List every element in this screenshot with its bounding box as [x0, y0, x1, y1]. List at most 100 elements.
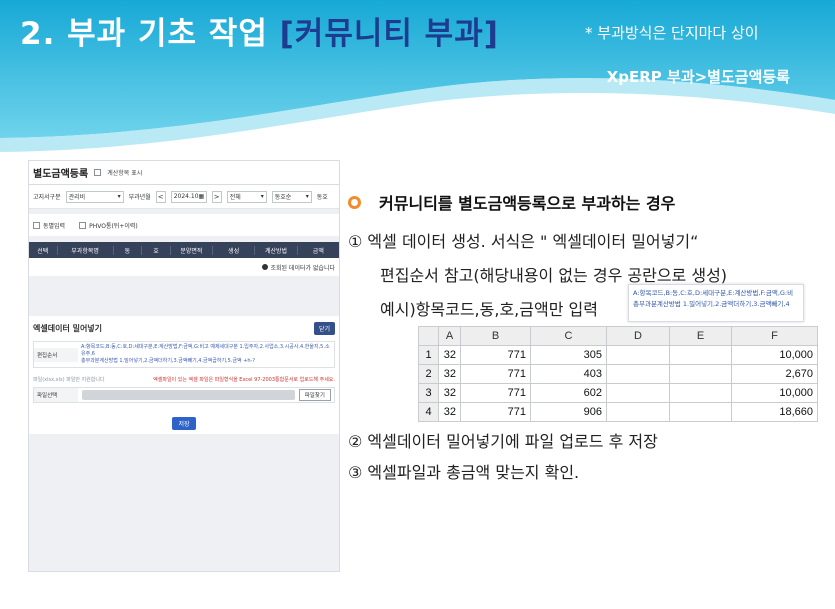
sort-select[interactable]: 동호순 ▾ [271, 190, 312, 203]
erp-options: 동별입력 PHVO통(뒤+이력) [29, 214, 339, 236]
section-title-text: 커뮤니티를 별도금액등록으로 부과하는 경우 [379, 194, 676, 213]
billing-month-field[interactable]: 2024.10 ▦ [170, 190, 207, 203]
billing-month-label: 부과년월 [128, 194, 151, 201]
col-item-name[interactable]: 부과항목명 [58, 245, 114, 255]
col-dong[interactable]: 동 [114, 245, 143, 255]
table-row: 4 32 771 906 18,660 [418, 402, 818, 422]
excel-example-table: A B C D E F 1 32 771 305 10,000 2 32 771… [418, 326, 818, 422]
cell-ho: 906 [530, 402, 607, 422]
col-area[interactable]: 분양면적 [171, 245, 214, 255]
col-ho[interactable]: 호 [142, 245, 171, 255]
cell-e [669, 383, 732, 403]
title-highlight: [커뮤니티 부과] [279, 16, 499, 52]
save-button[interactable]: 저장 [172, 417, 196, 430]
excel-col-b: B [460, 326, 531, 346]
close-button[interactable]: 닫기 [313, 322, 335, 335]
bill-type-select[interactable]: 관리비 ▾ [65, 190, 124, 203]
cell-code: 32 [438, 345, 461, 365]
cell-code: 32 [438, 364, 461, 384]
table-row: 2 32 771 403 2,670 [418, 364, 818, 384]
cell-code: 32 [438, 402, 461, 422]
cell-e [669, 402, 732, 422]
grid-empty-message: 조회된 데이터가 없습니다 [270, 264, 335, 272]
prev-month-button[interactable]: < [155, 190, 166, 203]
col-select[interactable]: 선택 [29, 245, 58, 255]
erp-screenshot: 별도금액등록 계산항목 표시 고지서구분 관리비 ▾ 부과년월 < 2024.10… [28, 160, 340, 572]
chevron-down-icon: ▾ [117, 193, 121, 200]
excel-col-f: F [731, 326, 818, 346]
erp-filter-bar: 고지서구분 관리비 ▾ 부과년월 < 2024.10 ▦ > 전체 ▾ 동호순 ▾ 동호 [29, 185, 339, 209]
excel-upload-panel: 엑셀데이터 밀어넣기 닫기 편집순서 A:항목코드,B:동,C:호,D:세대구분… [29, 316, 339, 434]
col-amount[interactable]: 금액 [298, 246, 339, 255]
edit-order-row: 편집순서 A:항목코드,B:동,C:호,D:세대구분,E:계산방법,F:금액,G… [33, 341, 335, 368]
erp-title: 별도금액등록 [33, 169, 89, 180]
cell-dong: 771 [460, 345, 531, 365]
edit-order-line-1: A:항목코드,B:동,C:호,D:세대구분,E:계산방법,F:금액,G:비고 예… [81, 344, 330, 357]
cell-dong: 771 [460, 402, 531, 422]
upload-messages: 파일(xlsx,xls) 파일만 지원합니다 엑셀파일이 있는 엑셀 파일은 파… [33, 376, 335, 383]
cell-code: 32 [438, 383, 461, 403]
sort-value: 동호순 [274, 194, 292, 201]
edit-order-label: 편집순서 [34, 347, 78, 362]
table-row: 1 32 771 305 10,000 [418, 345, 818, 365]
calc-item-label: 계산항목 표시 [107, 170, 143, 177]
dong-input-checkbox[interactable] [33, 221, 40, 229]
erp-title-bar: 별도금액등록 계산항목 표시 [29, 161, 339, 185]
browse-file-button[interactable]: 파일찾기 [298, 389, 331, 401]
cell-amount: 2,670 [731, 364, 818, 384]
history-checkbox[interactable] [79, 221, 87, 229]
step1-line1: ① 엑셀 데이터 생성. 서식은 " 엑셀데이터 밀어넣기“ [348, 232, 699, 251]
bill-type-value: 관리비 [68, 194, 86, 201]
row-number: 2 [418, 364, 439, 384]
row-number: 4 [418, 402, 439, 422]
menu-path: XpERP 부과>별도금액등록 [606, 68, 790, 86]
option-history[interactable]: PHVO통(뒤+이력) [79, 221, 138, 230]
snippet-line1: A:항목코드,B:동,C:호,D:세대구분,E:계산방법,F:금액,G:비 [633, 289, 794, 297]
scope-select[interactable]: 전체 ▾ [226, 190, 267, 203]
col-calc-method[interactable]: 계산방법 [255, 245, 298, 255]
file-path-input[interactable] [82, 390, 295, 400]
cell-d [606, 402, 670, 422]
step1-line3: 예시)항목코드,동,호,금액만 입력 [380, 300, 598, 319]
excel-col-e: E [669, 326, 732, 346]
calendar-icon: ▦ [198, 193, 205, 200]
grid-header: 선택 부과항목명 동 호 분양면적 생성 계산방법 금액 [29, 242, 339, 258]
cell-ho: 403 [530, 364, 607, 384]
info-icon [262, 264, 269, 270]
chevron-down-icon: ▾ [260, 193, 264, 200]
edit-order-line-2: 총부과분계산방법 1.밀어넣기,2.금액더하기,3.금액빼기,4.금액곱하기,5… [81, 358, 256, 364]
grid-empty-row: 조회된 데이터가 없습니다 [29, 258, 339, 276]
step2: ② 엑셀데이터 밀어넣기에 파일 업로드 후 저장 [348, 432, 658, 451]
excel-col-d: D [606, 326, 670, 346]
calc-item-checkbox[interactable] [94, 169, 102, 176]
col-created[interactable]: 생성 [213, 245, 256, 255]
excel-header-row: A B C D E F [418, 326, 818, 346]
excel-col-c: C [530, 326, 607, 346]
upload-title: 엑셀데이터 밀어넣기 [33, 324, 103, 333]
file-select-label: 파일선택 [34, 388, 78, 402]
history-label: PHVO통(뒤+이력) [89, 222, 138, 230]
header-note: * 부과방식은 단지마다 상이 [585, 24, 759, 42]
next-month-button[interactable]: > [211, 190, 222, 203]
page-title: 2. 부과 기초 작업 [커뮤니티 부과] [20, 8, 499, 53]
step1-line2: 편집순서 참고(해당내용이 없는 경우 공란으로 생성) [380, 266, 728, 285]
table-row: 3 32 771 602 10,000 [418, 383, 818, 403]
bill-type-label: 고지서구분 [33, 194, 61, 201]
edit-order-value: A:항목코드,B:동,C:호,D:세대구분,E:계산방법,F:금액,G:비고 예… [78, 342, 334, 367]
grid-empty-area [29, 276, 339, 316]
file-type-note: 파일(xlsx,xls) 파일만 지원합니다 [33, 377, 105, 383]
edit-order-snippet: A:항목코드,B:동,C:호,D:세대구분,E:계산방법,F:금액,G:비 총부… [628, 284, 804, 322]
cell-dong: 771 [460, 383, 531, 403]
ring-bullet-icon [348, 195, 361, 209]
cell-dong: 771 [460, 364, 531, 384]
cell-d [606, 345, 670, 365]
unit-label: 동호 [316, 194, 328, 201]
excel-col-a: A [438, 326, 461, 346]
row-number: 3 [418, 383, 439, 403]
cell-amount: 10,000 [731, 345, 818, 365]
option-dong-input[interactable]: 동별입력 [33, 221, 65, 230]
cell-ho: 602 [530, 383, 607, 403]
excel-corner [418, 326, 439, 346]
snippet-line2: 총부과분계산방법 1.밀어넣기,2.금액더하기,3.금액빼기,4 [633, 300, 790, 308]
cell-d [606, 383, 670, 403]
